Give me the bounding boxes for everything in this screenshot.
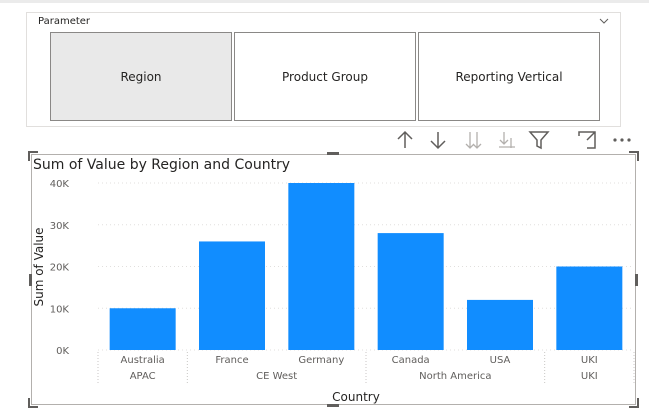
- canvas-top-border: [0, 0, 649, 3]
- x-group-label: North America: [419, 371, 491, 382]
- resize-handle-bottom[interactable]: [327, 404, 339, 407]
- resize-corner-top-left[interactable]: [28, 151, 38, 161]
- y-tick-label: 30K: [50, 221, 70, 232]
- slicer-tile-label: Reporting Vertical: [455, 69, 563, 84]
- x-axis-categories: Australia France Germany Canada USA UKI: [121, 355, 598, 366]
- x-tick-label: Australia: [121, 355, 165, 366]
- slicer-tiles: Region Product Group Reporting Vertical: [50, 32, 602, 123]
- y-tick-label: 10K: [50, 304, 70, 315]
- chart-canvas: Sum of Value by Region and Country Sum o…: [32, 157, 635, 404]
- bar[interactable]: [199, 241, 265, 350]
- resize-corner-bottom-left[interactable]: [28, 398, 38, 408]
- drill-down-icon[interactable]: [426, 128, 450, 152]
- resize-corner-bottom-right[interactable]: [629, 398, 639, 408]
- focus-mode-icon[interactable]: [575, 128, 599, 152]
- visual-header-toolbar: [393, 128, 638, 152]
- x-tick-label: Germany: [298, 355, 344, 366]
- y-axis-ticks: 0K 10K 20K 30K 40K: [50, 179, 70, 357]
- x-group-label: APAC: [130, 371, 156, 382]
- y-tick-label: 40K: [50, 179, 70, 190]
- go-to-next-level-icon[interactable]: [461, 128, 485, 152]
- slicer-header: Parameter: [38, 16, 91, 27]
- slicer-tile-label: Product Group: [282, 69, 368, 84]
- x-group-label: CE West: [256, 371, 297, 382]
- x-tick-label: France: [215, 355, 248, 366]
- bar[interactable]: [556, 266, 623, 351]
- drill-up-icon[interactable]: [393, 128, 417, 152]
- slicer-tile-product-group[interactable]: Product Group: [234, 32, 416, 121]
- y-tick-label: 20K: [50, 263, 70, 274]
- slicer-tile-reporting-vertical[interactable]: Reporting Vertical: [418, 32, 600, 121]
- chevron-down-icon[interactable]: [598, 15, 610, 27]
- expand-all-down-icon[interactable]: [495, 128, 519, 152]
- bar[interactable]: [288, 183, 355, 350]
- x-tick-label: USA: [490, 355, 511, 366]
- x-group-label: UKI: [581, 371, 598, 382]
- slicer-tile-label: Region: [120, 69, 162, 84]
- chart-title: Sum of Value by Region and Country: [33, 157, 290, 173]
- x-tick-label: UKI: [581, 355, 598, 366]
- gridlines: [98, 182, 634, 351]
- resize-handle-top[interactable]: [327, 152, 339, 155]
- bar-chart-visual[interactable]: Sum of Value by Region and Country Sum o…: [28, 151, 639, 408]
- bar[interactable]: [109, 308, 176, 350]
- x-tick-label: Canada: [392, 355, 430, 366]
- parameter-slicer: Parameter Region Product Group Reporting…: [26, 12, 621, 127]
- resize-corner-top-right[interactable]: [629, 151, 639, 161]
- y-tick-label: 0K: [56, 346, 69, 357]
- resize-handle-right[interactable]: [635, 274, 638, 286]
- bar[interactable]: [467, 299, 533, 350]
- more-options-icon[interactable]: [610, 128, 634, 152]
- bar[interactable]: [377, 233, 444, 350]
- x-axis-title: Country: [332, 390, 380, 404]
- y-axis-title: Sum of Value: [32, 227, 46, 306]
- filter-icon[interactable]: [527, 128, 551, 152]
- slicer-tile-region[interactable]: Region: [50, 32, 232, 121]
- x-axis-groups: APAC CE West North America UKI: [97, 352, 635, 385]
- resize-handle-left[interactable]: [29, 274, 32, 286]
